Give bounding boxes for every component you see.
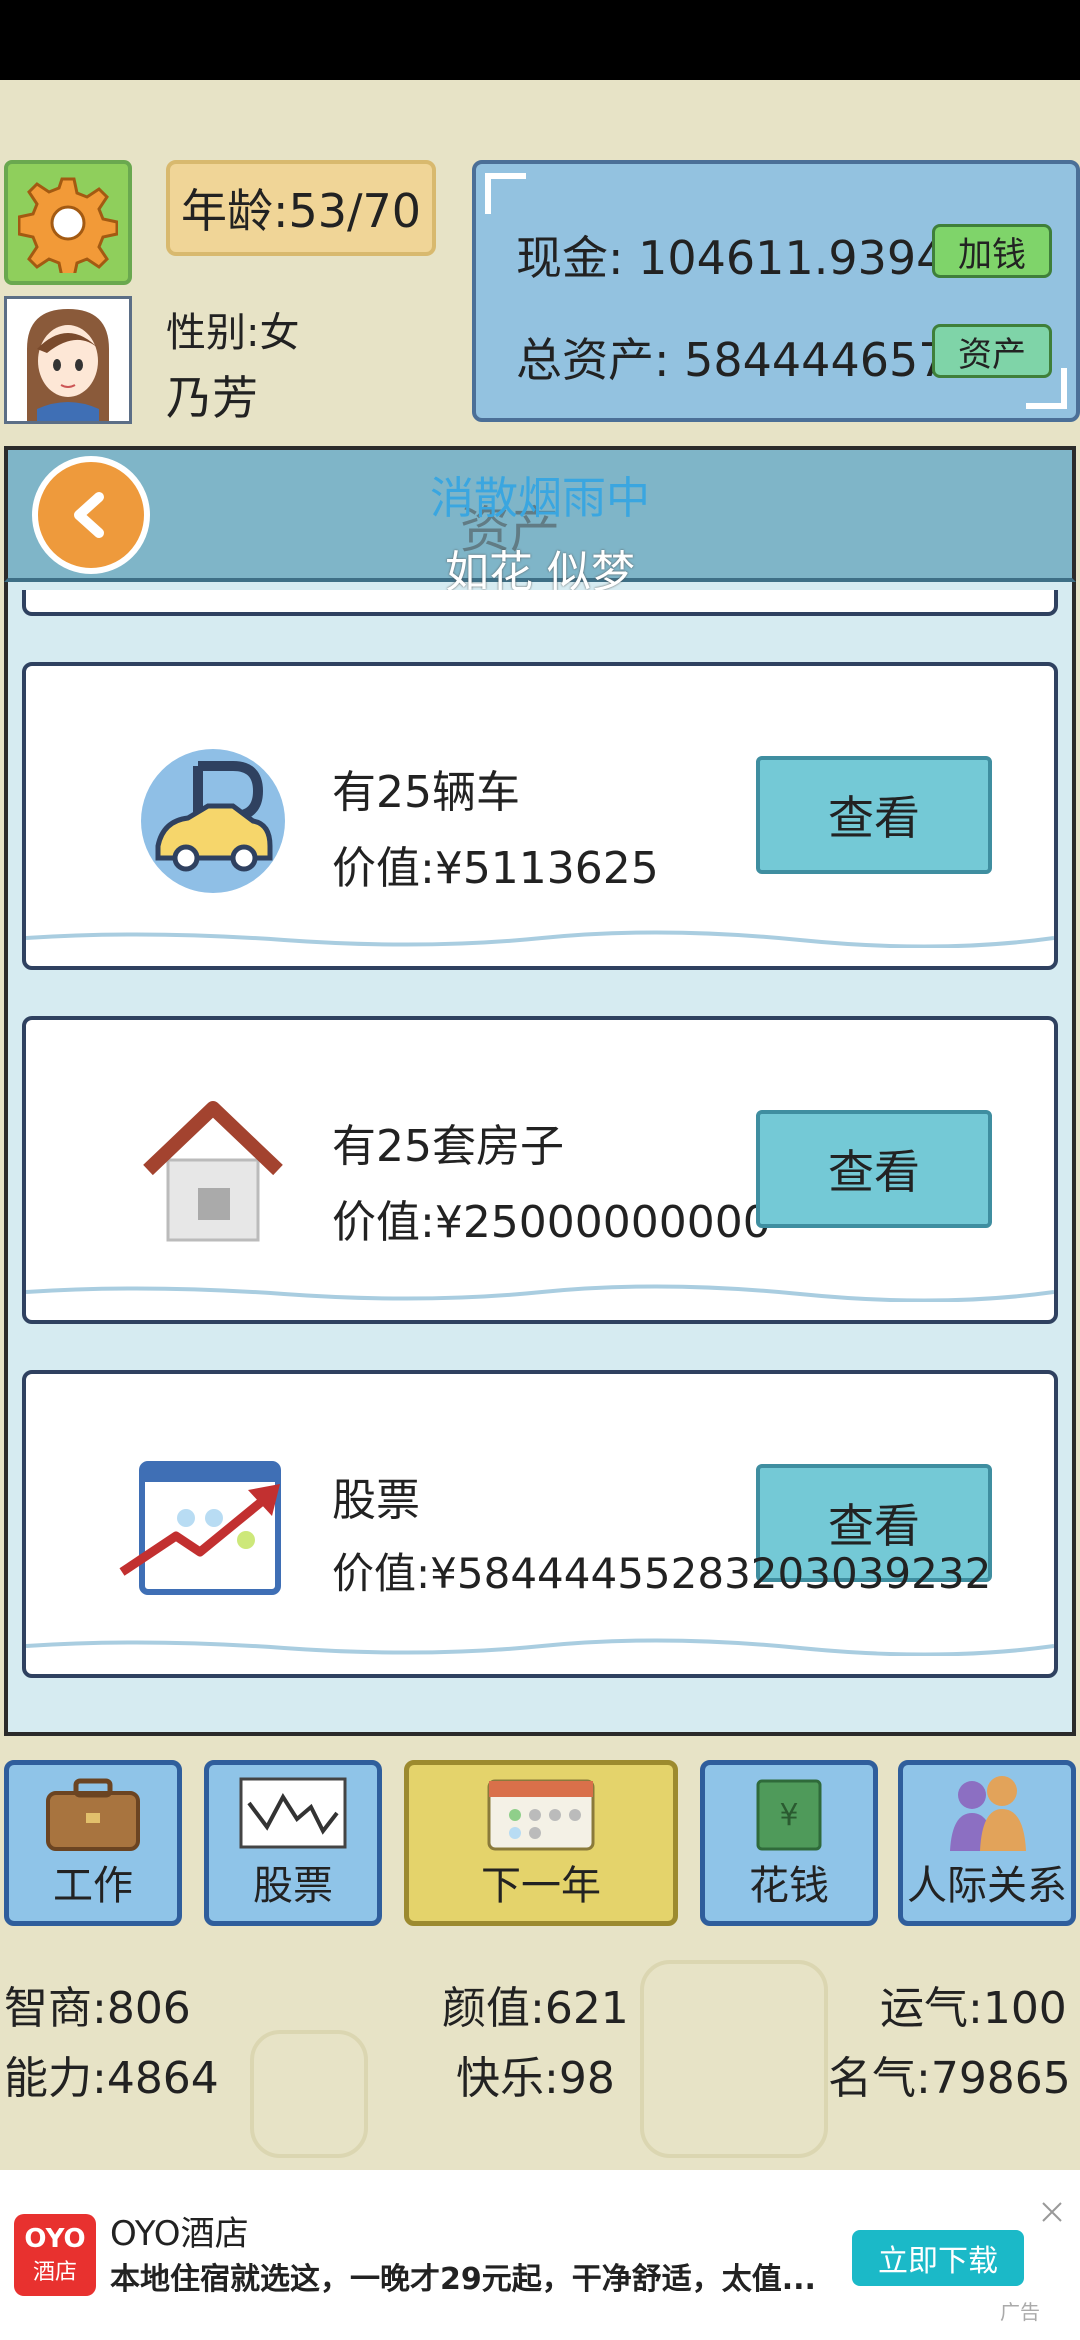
ad-logo-text: OYO xyxy=(24,2224,86,2254)
nav-next-year-button[interactable]: 下一年 xyxy=(404,1760,678,1926)
corner-bracket-icon xyxy=(485,173,526,214)
gear-icon xyxy=(18,177,118,273)
ad-logo-subtext: 酒店 xyxy=(32,2260,77,2285)
view-cars-button[interactable]: 查看 xyxy=(756,756,992,874)
nav-label: 下一年 xyxy=(481,1863,601,1909)
list-item-partial xyxy=(22,590,1058,616)
ad-title: OYO酒店 xyxy=(110,2214,249,2254)
asset-card-stocks: 股票 查看 价值:¥5844445528320303923​2 xyxy=(22,1370,1058,1678)
chevron-left-icon xyxy=(74,492,104,538)
settings-button[interactable] xyxy=(4,160,132,285)
nav-relations-button[interactable]: 人际关系 xyxy=(898,1760,1076,1926)
view-houses-button[interactable]: 查看 xyxy=(756,1110,992,1228)
asset-value: 价值:¥5844445528320303923​2 xyxy=(332,1549,992,1598)
briefcase-icon xyxy=(46,1778,140,1851)
age-display: 年龄:53/70 xyxy=(166,160,436,256)
asset-card-cars: 有25辆车 价值:¥5113625 查看 xyxy=(22,662,1058,970)
car-icon xyxy=(141,749,285,893)
wave-decoration xyxy=(26,930,1054,948)
wave-decoration xyxy=(26,1638,1054,1656)
house-icon xyxy=(143,1101,283,1242)
assets-button[interactable]: 资产 xyxy=(932,324,1052,378)
lyric-overlay-line1: 消散烟雨中 xyxy=(430,473,650,524)
nav-spend-button[interactable]: ¥ 花钱 xyxy=(700,1760,878,1926)
stat-looks: 颜值:621 xyxy=(442,1983,629,2034)
ad-download-button[interactable]: 立即下载 xyxy=(852,2230,1024,2286)
asset-title: 有25套房子 xyxy=(332,1121,564,1172)
status-bar xyxy=(0,0,1080,80)
cash-label: 现金: 104611.9394亿 xyxy=(516,231,992,285)
stock-chart-icon xyxy=(119,1461,281,1595)
stat-fame: 名气:79865 xyxy=(828,2053,1071,2104)
stat-happiness: 快乐:98 xyxy=(456,2053,615,2104)
money-panel: 现金: 104611.9394亿 加钱 总资产: 58444465760 资产 xyxy=(472,160,1080,422)
ad-logo: OYO 酒店 xyxy=(14,2214,96,2296)
people-icon xyxy=(950,1776,1026,1851)
close-icon[interactable] xyxy=(1040,2200,1064,2224)
background-pot-decoration xyxy=(640,1960,828,2158)
asset-value: 价值:¥25000000000 xyxy=(332,1197,771,1248)
asset-title: 股票 xyxy=(332,1475,420,1526)
ad-text: 本地住宿就选这，一晚才29元起，干净舒适，太值... xyxy=(110,2262,816,2297)
stat-luck: 运气:100 xyxy=(880,1983,1067,2034)
gender-label: 性别:女 xyxy=(166,310,300,356)
player-name: 乃芳 xyxy=(166,371,258,425)
asset-card-houses: 有25套房子 价值:¥25000000000 查看 xyxy=(22,1016,1058,1324)
nav-label: 股票 xyxy=(253,1863,333,1909)
svg-text:¥: ¥ xyxy=(779,1798,798,1833)
background-plant-decoration xyxy=(250,2030,368,2158)
ad-tag: 广告 xyxy=(1000,2300,1040,2324)
money-icon: ¥ xyxy=(756,1779,822,1851)
avatar-girl-icon xyxy=(7,299,129,421)
nav-label: 花钱 xyxy=(749,1863,829,1909)
nav-label: 人际关系 xyxy=(907,1863,1067,1909)
asset-title: 有25辆车 xyxy=(332,767,520,818)
asset-value: 价值:¥5113625 xyxy=(332,843,659,894)
calendar-icon xyxy=(487,1779,595,1851)
nav-stocks-button[interactable]: 股票 xyxy=(204,1760,382,1926)
stat-iq: 智商:806 xyxy=(4,1983,191,2034)
back-button[interactable] xyxy=(32,456,150,574)
nav-label: 工作 xyxy=(53,1863,133,1909)
stat-ability: 能力:4864 xyxy=(4,2053,219,2104)
nav-work-button[interactable]: 工作 xyxy=(4,1760,182,1926)
avatar[interactable] xyxy=(4,296,132,424)
stock-chart-icon xyxy=(239,1777,347,1849)
add-money-button[interactable]: 加钱 xyxy=(932,224,1052,278)
wave-decoration xyxy=(26,1284,1054,1302)
